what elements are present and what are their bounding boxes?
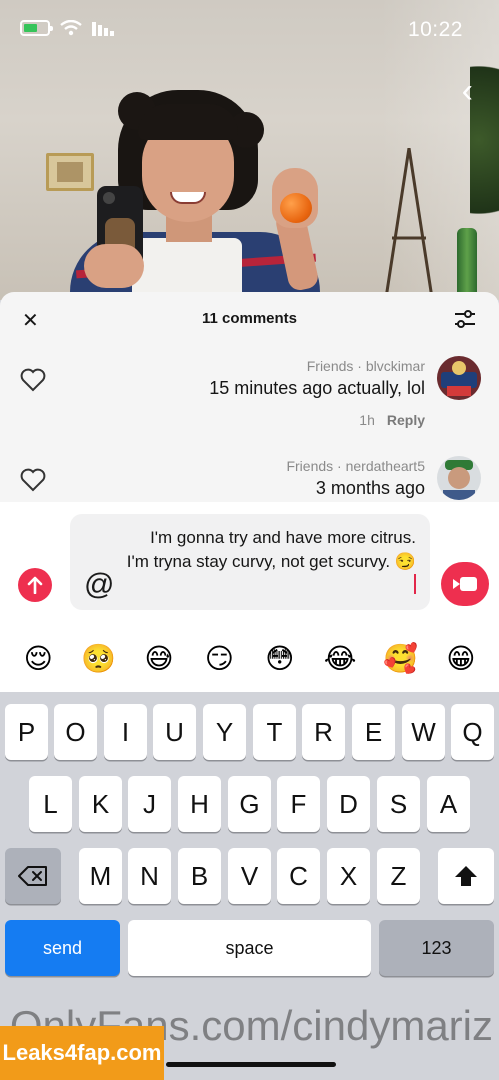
- shift-icon: [455, 866, 477, 886]
- key[interactable]: S: [377, 776, 420, 832]
- wall-frame: [46, 153, 94, 191]
- key[interactable]: R: [302, 704, 345, 760]
- comments-sheet: ✕ 11 comments Friends · blvckimar 15 min…: [0, 292, 499, 504]
- keyboard-row-1: P O I U Y T R E W Q: [0, 704, 499, 760]
- key[interactable]: P: [5, 704, 48, 760]
- key[interactable]: D: [327, 776, 370, 832]
- space-key[interactable]: space: [128, 920, 371, 976]
- filter-icon[interactable]: [453, 308, 477, 330]
- story-photo: 10:22 ‹: [0, 0, 499, 300]
- comments-title: 11 comments: [201, 310, 298, 327]
- emoji-button[interactable]: 😏: [195, 642, 243, 675]
- key[interactable]: T: [253, 704, 296, 760]
- bangs: [138, 104, 238, 140]
- send-key[interactable]: send: [5, 920, 120, 976]
- key[interactable]: Z: [377, 848, 420, 904]
- key[interactable]: B: [178, 848, 221, 904]
- video-camera-icon: [453, 577, 477, 591]
- backspace-icon: [18, 866, 47, 886]
- comment-input[interactable]: @ I'm gonna try and have more citrus. I'…: [70, 514, 430, 610]
- key[interactable]: H: [178, 776, 221, 832]
- comment-text: 3 months ago: [315, 478, 425, 498]
- comment-item: Friends · nerdatheart5 3 months ago: [0, 456, 499, 504]
- site-badge: Leaks4fap.com: [0, 1026, 164, 1080]
- key[interactable]: K: [79, 776, 122, 832]
- signal-icon: [92, 22, 114, 36]
- numbers-key[interactable]: 123: [379, 920, 494, 976]
- mention-icon[interactable]: @: [84, 570, 114, 600]
- comment-text: 15 minutes ago actually, lol: [209, 378, 425, 398]
- backspace-key[interactable]: [5, 848, 61, 904]
- emoji-button[interactable]: 🥺: [75, 642, 123, 675]
- video-reply-button[interactable]: [441, 562, 489, 606]
- key[interactable]: W: [402, 704, 445, 760]
- comment-input-text[interactable]: I'm gonna try and have more citrus. I'm …: [126, 526, 416, 598]
- avatar[interactable]: [437, 356, 481, 400]
- send-comment-button[interactable]: [18, 568, 52, 602]
- key[interactable]: L: [29, 776, 72, 832]
- comment-age: 1h: [359, 412, 375, 428]
- emoji-button[interactable]: 😅: [135, 642, 183, 675]
- emoji-bar: 😌 🥺 😅 😏 😳 😂 🥰 😁: [0, 624, 499, 692]
- key[interactable]: Y: [203, 704, 246, 760]
- emoji-button[interactable]: 😌: [14, 642, 62, 675]
- wifi-icon: [60, 20, 82, 36]
- chevron-next-icon[interactable]: ‹: [462, 74, 473, 108]
- key[interactable]: C: [277, 848, 320, 904]
- shift-key[interactable]: [438, 848, 494, 904]
- arrow-up-icon: [27, 576, 43, 594]
- status-icons: [20, 20, 116, 36]
- key[interactable]: E: [352, 704, 395, 760]
- emoji-button[interactable]: 😳: [256, 642, 304, 675]
- key[interactable]: U: [153, 704, 196, 760]
- emoji-button[interactable]: 🥰: [376, 642, 424, 675]
- key[interactable]: M: [79, 848, 122, 904]
- key[interactable]: A: [427, 776, 470, 832]
- apron: [132, 238, 242, 300]
- bottle: [457, 228, 477, 300]
- key[interactable]: N: [128, 848, 171, 904]
- clock: 10:22: [407, 18, 463, 41]
- key[interactable]: V: [228, 848, 271, 904]
- heart-icon[interactable]: [20, 368, 46, 392]
- key[interactable]: G: [228, 776, 271, 832]
- status-bar: 10:22: [0, 0, 499, 60]
- avatar[interactable]: [437, 456, 481, 500]
- emoji-button[interactable]: 😁: [437, 642, 485, 675]
- keyboard-row-3: M N B V C X Z: [0, 848, 499, 904]
- key[interactable]: O: [54, 704, 97, 760]
- battery-icon: [20, 20, 53, 36]
- comments-header: ✕ 11 comments: [0, 292, 499, 344]
- reply-button[interactable]: Reply: [387, 412, 425, 428]
- text-caret: [414, 574, 416, 594]
- key[interactable]: Q: [451, 704, 494, 760]
- keyboard-row-4: send space 123: [0, 920, 499, 976]
- key[interactable]: I: [104, 704, 147, 760]
- heart-icon[interactable]: [20, 468, 46, 492]
- comment-author[interactable]: Friends · blvckimar: [307, 358, 425, 374]
- key[interactable]: F: [277, 776, 320, 832]
- compose-bar: @ I'm gonna try and have more citrus. I'…: [0, 502, 499, 624]
- keyboard-row-2: L K J H G F D S A: [0, 776, 499, 832]
- emoji-button[interactable]: 😂: [316, 642, 364, 675]
- easel: [384, 147, 434, 299]
- comment-item: Friends · blvckimar 15 minutes ago actua…: [0, 356, 499, 446]
- home-indicator[interactable]: [166, 1062, 336, 1067]
- comment-author[interactable]: Friends · nerdatheart5: [286, 458, 425, 474]
- hand-holding-phone: [84, 244, 144, 288]
- comment-footer: 1h Reply: [359, 412, 425, 428]
- key[interactable]: X: [327, 848, 370, 904]
- key[interactable]: J: [128, 776, 171, 832]
- orange-fruit: [280, 193, 312, 223]
